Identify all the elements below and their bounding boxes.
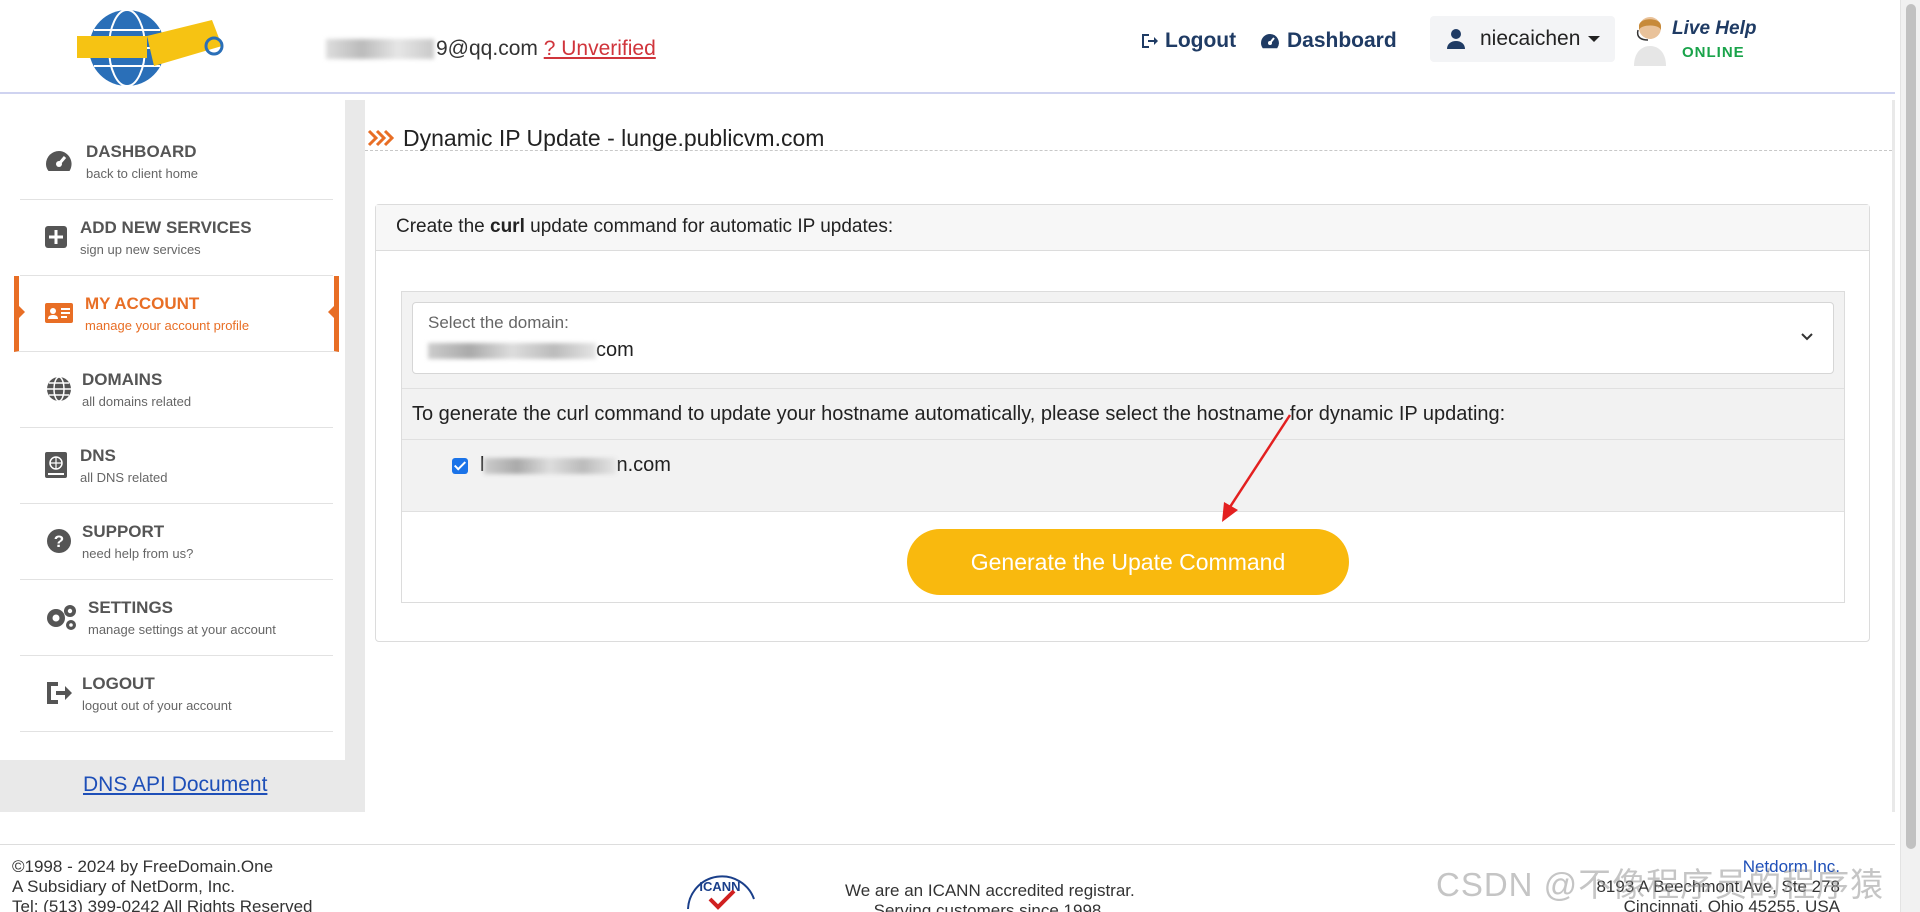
- chevron-down-icon: [1588, 36, 1601, 42]
- subsidiary-text: A Subsidiary of NetDorm, Inc.: [12, 877, 235, 896]
- csdn-watermark: CSDN @不像程序员的程序猿: [1436, 866, 1885, 903]
- curl-command-card: Create the curl update command for autom…: [375, 204, 1870, 642]
- logout-nav[interactable]: Logout: [1140, 26, 1236, 56]
- sidebar-item-sub: sign up new services: [80, 242, 201, 257]
- sidebar-item-title: DASHBOARD: [86, 142, 197, 161]
- domain-select[interactable]: Select the domain: com: [412, 302, 1834, 374]
- update-form: Select the domain: com To generate the c…: [401, 291, 1845, 603]
- gears-icon: [47, 605, 76, 630]
- sidebar-item-title: SETTINGS: [88, 598, 174, 617]
- double-chevron-right-icon: [367, 129, 395, 147]
- account-email: 9@qq.com ? Unverified: [326, 37, 656, 61]
- sidebar-item-title: DNS: [80, 446, 116, 465]
- id-card-icon: [45, 303, 73, 323]
- sidebar-item-title: LOGOUT: [82, 674, 155, 693]
- dns-book-icon: [45, 452, 67, 478]
- domain-select-label: Select the domain:: [428, 313, 569, 332]
- hostname-text-suffix: n.com: [616, 454, 671, 476]
- scrollbar-thumb[interactable]: [1906, 4, 1916, 849]
- sidebar-item-settings[interactable]: SETTINGS manage settings at your account: [20, 580, 333, 656]
- email-text: 9@qq.com: [436, 37, 538, 60]
- domain-select-wrapper: Select the domain: com: [402, 292, 1844, 388]
- hostname-row: l n.com: [402, 440, 1844, 512]
- sidebar-item-dashboard[interactable]: DASHBOARD back to client home: [20, 124, 333, 200]
- copyright-text: ©1998 - 2024 by FreeDomain.One: [12, 857, 274, 876]
- sidebar-item-logout[interactable]: LOGOUT logout out of your account: [20, 656, 333, 732]
- sidebar-item-title: ADD NEW SERVICES: [80, 218, 252, 237]
- icann-logo: ICANN: [680, 865, 762, 912]
- sidebar-item-sub: all domains related: [82, 394, 192, 409]
- sidebar-item-add-services[interactable]: ADD NEW SERVICES sign up new services: [20, 200, 333, 276]
- footer-center: We are an ICANN accredited registrar. Se…: [845, 881, 1135, 912]
- annotation-arrow: [1222, 414, 1292, 522]
- logout-icon: [1142, 34, 1158, 48]
- live-help[interactable]: Live Help ONLINE: [1630, 12, 1770, 66]
- sidebar-item-sub: logout out of your account: [82, 698, 232, 713]
- page-scrollbar[interactable]: [1900, 0, 1920, 912]
- plus-square-icon: [45, 226, 67, 248]
- sidebar-item-sub: need help from us?: [82, 546, 194, 561]
- logout-icon: [47, 682, 72, 704]
- globe-icon: [47, 376, 71, 402]
- sidebar-item-domains[interactable]: DOMAINS all domains related: [20, 352, 333, 428]
- card-header-bold: curl: [490, 216, 525, 237]
- sidebar-item-sub: back to client home: [86, 166, 199, 181]
- domain-redaction: [428, 342, 596, 359]
- support-agent-icon: [1634, 17, 1666, 66]
- sidebar-item-sub: manage your account profile: [85, 318, 250, 333]
- hostname-checkbox[interactable]: [452, 458, 468, 474]
- user-menu[interactable]: niecaichen: [1430, 16, 1615, 62]
- sidebar-item-sub: manage settings at your account: [88, 622, 276, 637]
- icann-accredited-text: We are an ICANN accredited registrar.: [845, 881, 1135, 900]
- instruction-text: To generate the curl command to update y…: [402, 388, 1844, 440]
- site-logo[interactable]: [72, 6, 232, 90]
- footer-left: ©1998 - 2024 by FreeDomain.One A Subsidi…: [12, 857, 313, 912]
- live-status: ONLINE: [1682, 44, 1745, 61]
- dashboard-icon: [46, 151, 72, 171]
- question-circle-icon: ?: [47, 529, 71, 553]
- sidebar-item-title: DOMAINS: [82, 370, 163, 389]
- hostname-redaction: [484, 457, 617, 474]
- main-content: Dynamic IP Update - lunge.publicvm.com C…: [365, 100, 1892, 812]
- hostname-label[interactable]: l n.com: [480, 454, 671, 477]
- chevron-down-icon: [1801, 333, 1813, 341]
- dashboard-icon: [1261, 34, 1279, 49]
- user-icon: [1447, 29, 1465, 49]
- logout-label: Logout: [1165, 29, 1237, 52]
- sidebar-item-support[interactable]: ? SUPPORT need help from us?: [20, 504, 333, 580]
- generate-command-button[interactable]: Generate the Upate Command: [907, 529, 1349, 595]
- dns-api-document-link[interactable]: DNS API Document: [83, 773, 267, 797]
- page-title-row: Dynamic IP Update - lunge.publicvm.com: [365, 125, 1892, 151]
- sidebar-item-my-account[interactable]: MY ACCOUNT manage your account profile: [14, 276, 339, 352]
- card-header-text-pre: Create the: [396, 216, 490, 237]
- sidebar-item-dns[interactable]: DNS all DNS related: [20, 428, 333, 504]
- page-title: Dynamic IP Update - lunge.publicvm.com: [403, 125, 825, 151]
- top-header: 9@qq.com ? Unverified Logout Dashboard n…: [0, 0, 1895, 94]
- card-header-text-post: update command for automatic IP updates:: [524, 216, 894, 237]
- phone-text: Tel: (513) 399-0242 All Rights Reserved: [12, 897, 313, 912]
- sidebar-item-sub: all DNS related: [80, 470, 168, 485]
- username: niecaichen: [1480, 27, 1581, 50]
- domain-select-value-text: com: [596, 339, 634, 361]
- sidebar-item-title: SUPPORT: [82, 522, 165, 541]
- live-help-label: Live Help: [1672, 18, 1757, 39]
- sidebar-item-title: MY ACCOUNT: [85, 294, 200, 313]
- email-redaction: [326, 39, 434, 60]
- card-header: Create the curl update command for autom…: [376, 205, 1869, 251]
- serving-since-text: Serving customers since 1998.: [873, 901, 1107, 912]
- dashboard-nav[interactable]: Dashboard: [1260, 26, 1397, 56]
- sidebar: DASHBOARD back to client home ADD NEW SE…: [0, 100, 345, 760]
- unverified-link[interactable]: ? Unverified: [544, 37, 656, 60]
- svg-text:?: ?: [54, 532, 64, 551]
- domain-select-value: com: [428, 339, 634, 362]
- dashboard-label: Dashboard: [1287, 29, 1397, 52]
